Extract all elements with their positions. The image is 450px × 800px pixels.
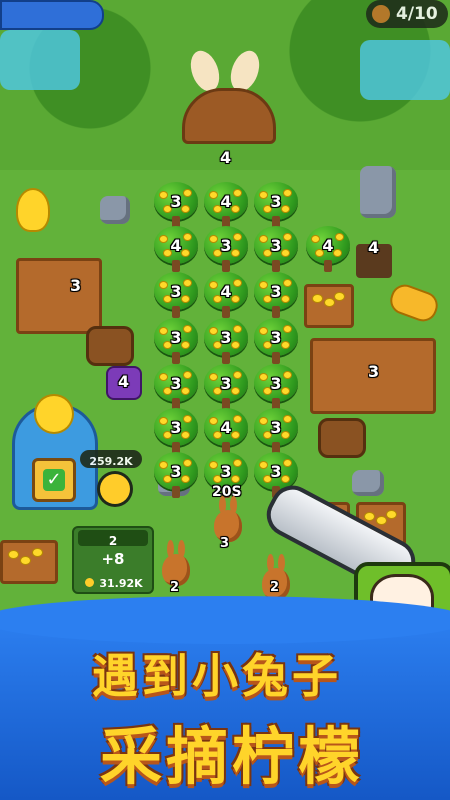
- left-lemon-tower: [18, 190, 48, 230]
- lemon-tree[interactable]: 3: [152, 182, 200, 230]
- tree-level: 4: [322, 236, 334, 255]
- lemon-tree[interactable]: 3: [252, 408, 300, 456]
- lemon-tree[interactable]: 4: [202, 408, 250, 456]
- left-bunny-level: 2: [170, 580, 180, 595]
- left-workshop-level: 3: [70, 276, 82, 295]
- coin-icon: [85, 578, 95, 587]
- upgrade-level: 2: [108, 534, 118, 548]
- tree-level: 3: [170, 418, 182, 437]
- lemon-tree[interactable]: 3: [202, 226, 250, 274]
- tree-level: 3: [270, 192, 282, 211]
- tree-level: 3: [220, 462, 232, 481]
- lemon-tree[interactable]: 3: [152, 318, 200, 366]
- water-right: [360, 40, 450, 100]
- tree-level: 3: [270, 374, 282, 393]
- upgrade-cost: 31.92K: [99, 577, 143, 590]
- tree-level: 3: [270, 328, 282, 347]
- lemon-tree[interactable]: 3: [152, 364, 200, 412]
- lemon-crate[interactable]: [304, 284, 354, 328]
- tree-level: 3: [270, 418, 282, 437]
- coin-balance-text: 259.2K: [89, 455, 133, 468]
- barrel-right: [318, 418, 366, 458]
- tree-level: 3: [170, 282, 182, 301]
- barrel-left: [86, 326, 134, 366]
- rock: [360, 166, 396, 218]
- tree-level: 3: [270, 462, 282, 481]
- right-workshop-level: 3: [368, 362, 380, 381]
- game-scene: 4/10 4 3 3 4 4 3434334343333333343333 20…: [0, 0, 450, 800]
- checkmark-button[interactable]: ✓: [32, 458, 76, 502]
- lemon-tree[interactable]: 3: [202, 364, 250, 412]
- lemon-tree[interactable]: 3: [252, 226, 300, 274]
- mine-cart-level: 4: [118, 372, 130, 391]
- tree-level: 4: [220, 282, 232, 301]
- tree-level: 4: [170, 236, 182, 255]
- lemon-tree[interactable]: 3: [152, 408, 200, 456]
- tree-level: 3: [270, 282, 282, 301]
- coin-pile-icon: [100, 474, 130, 504]
- tree-level: 3: [220, 374, 232, 393]
- lemon-tree[interactable]: 4: [202, 272, 250, 320]
- lemon-tree[interactable]: 4: [202, 182, 250, 230]
- tree-level: 3: [220, 236, 232, 255]
- lemon-tree[interactable]: 3: [252, 182, 300, 230]
- bunny-icon: [372, 5, 390, 23]
- coin-balance-pill: 259.2K: [80, 450, 142, 468]
- upgrade-cost-row: 31.92K: [80, 572, 148, 590]
- giant-lemon: [36, 396, 72, 432]
- check-icon: ✓: [43, 469, 65, 491]
- banner-line-2: 采摘柠檬: [100, 720, 365, 793]
- lemon-tree[interactable]: 4: [304, 226, 352, 274]
- carrot-stand-level: 4: [368, 238, 380, 257]
- tree-level: 3: [170, 462, 182, 481]
- tree-level: 3: [170, 374, 182, 393]
- lemon-tree[interactable]: 3: [202, 318, 250, 366]
- bunny-temple[interactable]: [178, 46, 276, 144]
- lemon-tree[interactable]: 3: [252, 318, 300, 366]
- tree-level: 3: [220, 328, 232, 347]
- temple-level: 4: [220, 148, 232, 167]
- back-button[interactable]: [0, 0, 104, 30]
- left-workshop[interactable]: [16, 258, 102, 334]
- upgrade-bonus: +8: [101, 550, 125, 568]
- tree-level: 4: [220, 418, 232, 437]
- lemon-basket[interactable]: [0, 540, 58, 584]
- tree-level: 3: [270, 236, 282, 255]
- water-left: [0, 30, 80, 90]
- upgrade-panel[interactable]: 2 +8 31.92K: [72, 526, 154, 594]
- lemon-tree[interactable]: 3: [152, 272, 200, 320]
- lemon-tree[interactable]: 3: [152, 452, 200, 500]
- tree-level: 3: [170, 328, 182, 347]
- bunny-counter-text: 4/10: [396, 4, 438, 24]
- center-bunny-level: 3: [220, 536, 230, 551]
- rock: [100, 196, 130, 224]
- upgrade-level-badge: 2: [78, 530, 148, 548]
- bunny-counter-hud: 4/10: [366, 0, 448, 28]
- banner-line-1: 遇到小兔子: [92, 649, 342, 703]
- lemon-tree[interactable]: 3: [252, 272, 300, 320]
- lemon-tree[interactable]: 4: [152, 226, 200, 274]
- tree-level: 3: [170, 192, 182, 211]
- tree-level: 4: [220, 192, 232, 211]
- lemon-tree[interactable]: 3: [252, 364, 300, 412]
